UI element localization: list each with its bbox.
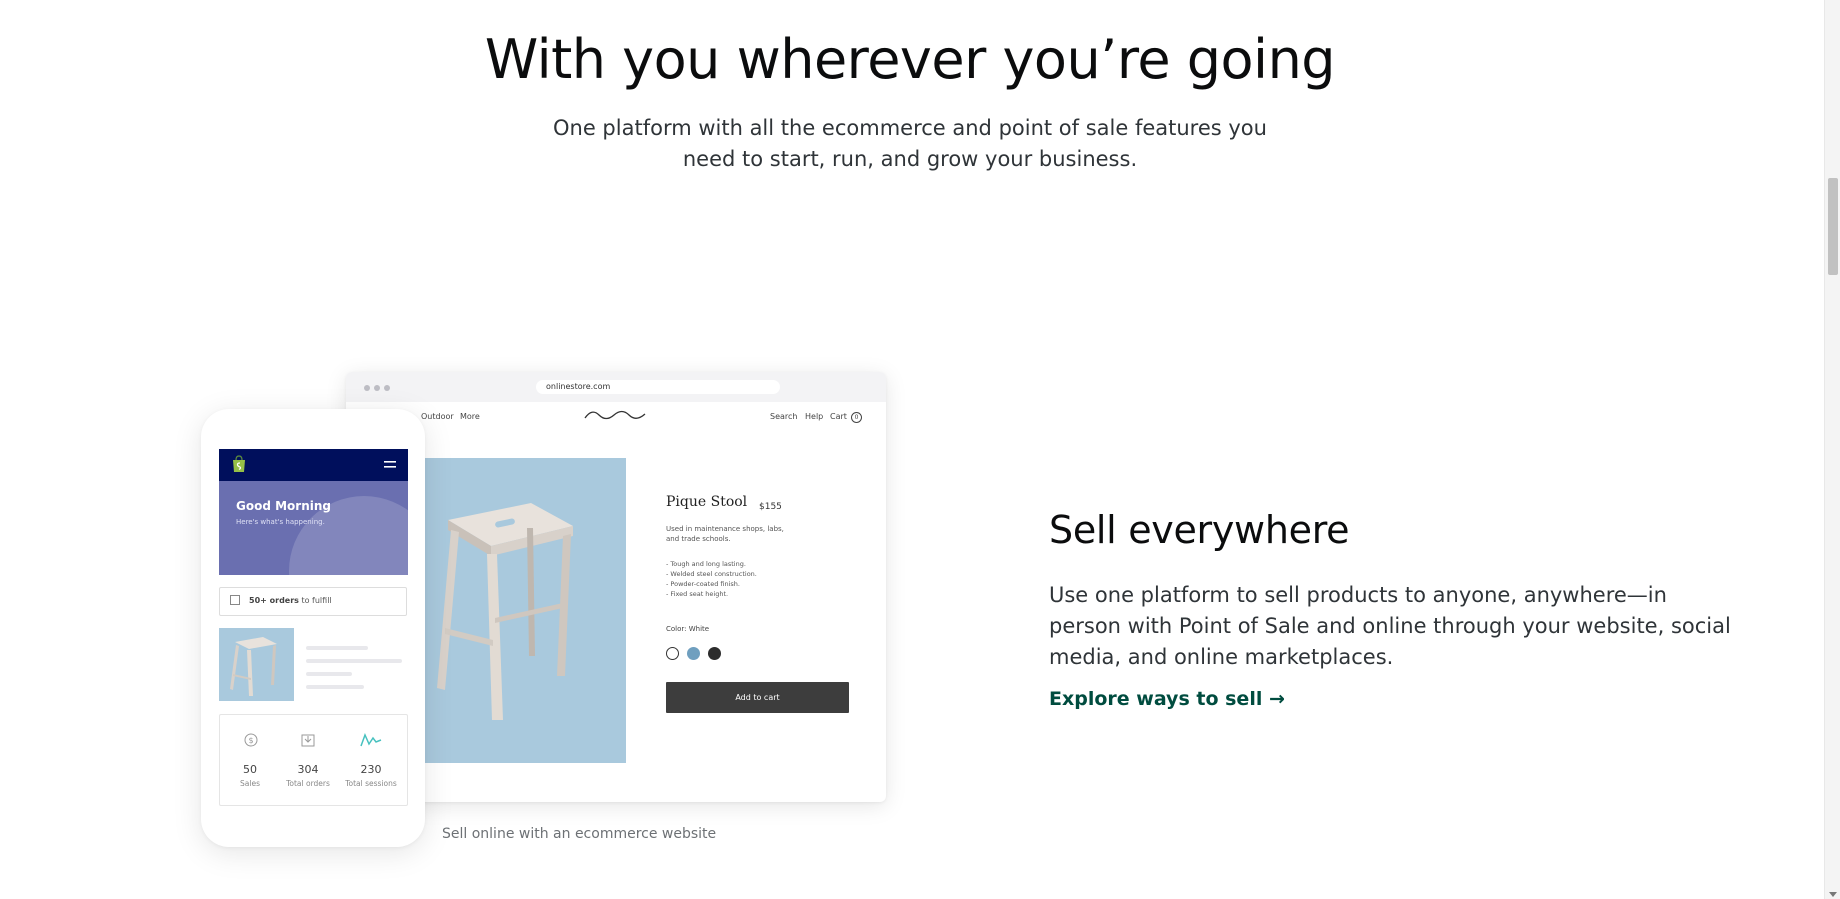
window-dot-icon bbox=[364, 385, 370, 391]
product-price: $155 bbox=[759, 502, 782, 512]
stat-orders-label: Total orders bbox=[286, 779, 330, 788]
swatch-black bbox=[708, 647, 721, 660]
vertical-scrollbar[interactable] bbox=[1824, 0, 1840, 899]
add-to-cart-button: Add to cart bbox=[666, 682, 849, 713]
browser-toolbar: onlinestore.com bbox=[346, 372, 886, 402]
store-nav-search: Search bbox=[770, 412, 798, 421]
placeholder-line bbox=[306, 685, 364, 689]
product-description: Used in maintenance shops, labs, and tra… bbox=[666, 525, 784, 543]
phone-app-header bbox=[219, 449, 408, 481]
greeting-title: Good Morning bbox=[236, 499, 331, 513]
scrollbar-thumb[interactable] bbox=[1828, 178, 1838, 275]
desktop-store-mockup: onlinestore.com Outdoor More Search Help… bbox=[346, 372, 886, 802]
sessions-icon bbox=[360, 733, 382, 747]
placeholder-line bbox=[306, 646, 368, 650]
store-nav-help: Help bbox=[805, 412, 824, 421]
store-nav-cart: Cart bbox=[830, 412, 847, 421]
section-title: Sell everywhere bbox=[1049, 508, 1350, 552]
store-nav-outdoor: Outdoor bbox=[421, 412, 454, 421]
orders-suffix: to fulfill bbox=[298, 596, 332, 605]
address-bar: onlinestore.com bbox=[536, 380, 780, 394]
stats-card: $ 50 Sales 304 Total orders 230 Total se… bbox=[219, 714, 408, 806]
color-label: Color: White bbox=[666, 625, 710, 633]
orders-count: 50+ orders bbox=[249, 596, 299, 605]
stat-sessions-label: Total sessions bbox=[345, 779, 397, 788]
product-image bbox=[423, 458, 626, 763]
menu-icon bbox=[384, 461, 396, 468]
placeholder-line bbox=[306, 659, 402, 663]
orders-to-fulfill-card: 50+ orders to fulfill bbox=[219, 587, 407, 616]
phone-greeting-banner: Good Morning Here's what's happening. bbox=[219, 481, 408, 575]
hero-subtitle: One platform with all the ecommerce and … bbox=[553, 116, 1267, 171]
product-feature: - Tough and long lasting. bbox=[666, 560, 746, 568]
inbox-icon bbox=[230, 595, 240, 605]
product-feature: - Powder-coated finish. bbox=[666, 580, 740, 588]
section-body: Use one platform to sell products to any… bbox=[1049, 583, 1731, 669]
dollar-icon: $ bbox=[244, 733, 258, 747]
mockup-caption: Sell online with an ecommerce website bbox=[442, 826, 717, 842]
store-logo-icon bbox=[584, 410, 646, 420]
swatch-blue bbox=[687, 647, 700, 660]
hero-title: With you wherever you’re going bbox=[484, 28, 1336, 91]
product-feature: - Fixed seat height. bbox=[666, 590, 729, 598]
window-dot-icon bbox=[384, 385, 390, 391]
scroll-down-arrow-icon[interactable] bbox=[1829, 892, 1837, 897]
explore-ways-to-sell-link[interactable]: Explore ways to sell → bbox=[1049, 688, 1285, 710]
greeting-subtitle: Here's what's happening. bbox=[236, 518, 325, 526]
stat-sales-label: Sales bbox=[240, 779, 260, 788]
phone-admin-mockup: Good Morning Here's what's happening. 50… bbox=[201, 409, 425, 847]
placeholder-line bbox=[306, 672, 352, 676]
swatch-white bbox=[666, 647, 679, 660]
window-dot-icon bbox=[374, 385, 380, 391]
stat-sales-value: 50 bbox=[243, 763, 257, 776]
svg-text:$: $ bbox=[248, 736, 253, 745]
shopify-bag-icon bbox=[233, 455, 245, 472]
stat-sessions-value: 230 bbox=[360, 763, 382, 776]
orders-icon bbox=[301, 734, 315, 747]
product-feature: - Welded steel construction. bbox=[666, 570, 757, 578]
product-thumbnail bbox=[219, 628, 294, 701]
stat-orders-value: 304 bbox=[297, 763, 319, 776]
cart-count-badge: 0 bbox=[851, 412, 862, 423]
product-name: Pique Stool bbox=[666, 494, 748, 510]
store-nav-more: More bbox=[460, 412, 480, 421]
